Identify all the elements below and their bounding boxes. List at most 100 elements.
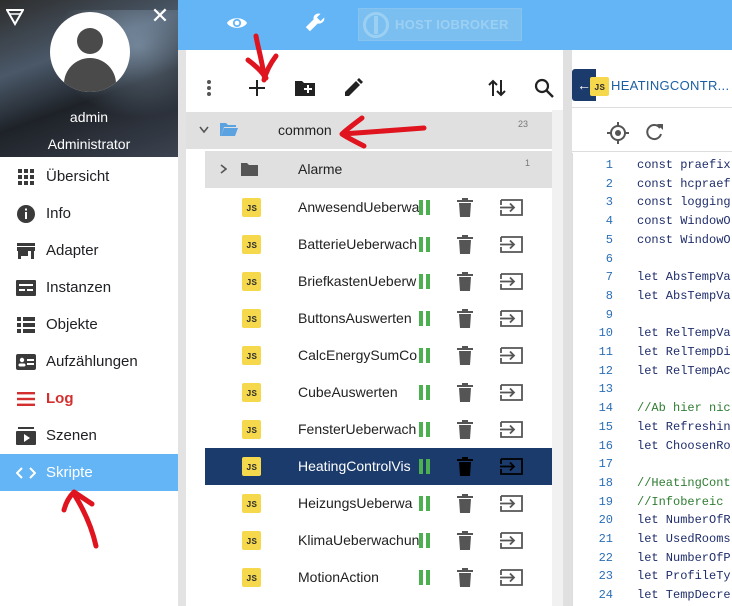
script-row[interactable]: JS KlimaUeberwachun — [205, 522, 552, 559]
iobroker-host-icon — [363, 11, 389, 38]
export-icon[interactable] — [500, 384, 523, 401]
trash-icon[interactable] — [457, 420, 473, 439]
running-status-icon[interactable] — [419, 200, 430, 215]
script-name: KlimaUeberwachun — [298, 532, 420, 548]
export-icon[interactable] — [500, 236, 523, 253]
log-icon — [16, 389, 36, 409]
trash-icon[interactable] — [457, 568, 473, 587]
instances-icon — [16, 278, 36, 298]
script-row[interactable]: JS ButtonsAuswerten — [205, 300, 552, 337]
running-status-icon[interactable] — [419, 237, 430, 252]
export-icon[interactable] — [500, 532, 523, 549]
script-row[interactable]: JS HeizungsUeberwa — [205, 485, 552, 522]
code-line: let NumberOfP — [637, 550, 731, 565]
export-icon[interactable] — [500, 347, 523, 364]
folder-row-alarme[interactable]: Alarme 1 — [205, 151, 552, 188]
close-icon[interactable]: ✕ — [150, 5, 170, 27]
running-status-icon[interactable] — [419, 459, 430, 474]
js-file-icon: JS — [242, 494, 261, 513]
line-number: 10 — [598, 326, 613, 341]
js-file-icon: JS — [242, 568, 261, 587]
code-icon — [16, 463, 36, 483]
script-name: MotionAction — [298, 569, 379, 585]
trash-icon[interactable] — [457, 383, 473, 402]
list-scrollbar[interactable] — [552, 110, 563, 606]
folder-row-common[interactable]: common 23 — [186, 112, 552, 149]
code-line: const WindowO — [637, 232, 731, 247]
editor-tab-title[interactable]: HEATINGCONTR... — [611, 78, 729, 93]
nav-item-adapter[interactable]: Adapter — [0, 232, 178, 269]
nav-menu: Übersicht Info Adapter Instanzen Objekte — [0, 158, 178, 491]
script-row[interactable]: JS CalcEnergySumCo — [205, 337, 552, 374]
script-row[interactable]: JS FensterUeberwach — [205, 411, 552, 448]
script-row[interactable]: JS HeatingControlVis — [205, 448, 552, 485]
add-script-icon[interactable] — [245, 76, 269, 100]
line-number: 14 — [598, 401, 613, 416]
script-row[interactable]: JS BatterieUeberwach — [205, 226, 552, 263]
search-icon[interactable] — [532, 76, 556, 100]
code-line: let RelTempAc — [637, 363, 731, 378]
running-status-icon[interactable] — [419, 348, 430, 363]
sidebar-header: ✕ admin Administrator — [0, 0, 178, 157]
add-folder-icon[interactable] — [293, 76, 317, 100]
line-number: 19 — [598, 494, 613, 509]
running-status-icon[interactable] — [419, 422, 430, 437]
nav-item-uebersicht[interactable]: Übersicht — [0, 158, 178, 195]
nav-item-info[interactable]: Info — [0, 195, 178, 232]
trash-icon[interactable] — [457, 346, 473, 365]
sidebar: ✕ admin Administrator Übersicht Info Ada… — [0, 0, 178, 606]
nav-label: Objekte — [46, 316, 98, 333]
nav-item-log[interactable]: Log — [0, 380, 178, 417]
chevron-right-icon[interactable] — [220, 164, 227, 174]
script-row[interactable]: JS CubeAuswerten — [205, 374, 552, 411]
host-selector-button[interactable]: HOST IOBROKER — [358, 8, 522, 41]
folder-label: Alarme — [298, 161, 343, 177]
iobroker-logo-icon[interactable] — [6, 8, 24, 26]
edit-pencil-icon[interactable] — [341, 76, 365, 100]
sort-icon[interactable] — [485, 76, 509, 100]
line-number: 13 — [598, 382, 613, 397]
trash-icon[interactable] — [457, 272, 473, 291]
export-icon[interactable] — [500, 458, 523, 475]
trash-icon[interactable] — [457, 309, 473, 328]
eye-icon[interactable] — [226, 12, 248, 34]
nav-item-skripte[interactable]: Skripte — [0, 454, 178, 491]
running-status-icon[interactable] — [419, 533, 430, 548]
running-status-icon[interactable] — [419, 496, 430, 511]
running-status-icon[interactable] — [419, 570, 430, 585]
code-area[interactable]: 1 const praefix 2 const hcpraef 3 const loggi… — [572, 153, 732, 606]
running-status-icon[interactable] — [419, 311, 430, 326]
export-icon[interactable] — [500, 310, 523, 327]
trash-icon[interactable] — [457, 494, 473, 513]
trash-icon[interactable] — [457, 235, 473, 254]
js-file-icon: JS — [242, 272, 261, 291]
locate-target-icon[interactable] — [607, 122, 629, 144]
export-icon[interactable] — [500, 273, 523, 290]
export-icon[interactable] — [500, 421, 523, 438]
refresh-icon[interactable] — [644, 122, 664, 142]
export-icon[interactable] — [500, 199, 523, 216]
running-status-icon[interactable] — [419, 274, 430, 289]
avatar[interactable] — [50, 12, 130, 92]
export-icon[interactable] — [500, 569, 523, 586]
export-icon[interactable] — [500, 495, 523, 512]
nav-item-objekte[interactable]: Objekte — [0, 306, 178, 343]
script-row[interactable]: JS AnwesendUeberwa — [205, 189, 552, 226]
more-vert-icon[interactable] — [197, 76, 221, 100]
user-role: Administrator — [47, 136, 131, 152]
line-number: 6 — [605, 251, 613, 266]
nav-item-szenen[interactable]: Szenen — [0, 417, 178, 454]
trash-icon[interactable] — [457, 457, 473, 476]
editor-divider[interactable] — [563, 50, 572, 606]
wrench-icon[interactable] — [304, 12, 326, 34]
nav-item-instanzen[interactable]: Instanzen — [0, 269, 178, 306]
chevron-down-icon[interactable] — [199, 126, 209, 134]
trash-icon[interactable] — [457, 198, 473, 217]
script-row[interactable]: JS BriefkastenUeberw — [205, 263, 552, 300]
nav-item-aufzaehlungen[interactable]: Aufzählungen — [0, 343, 178, 380]
running-status-icon[interactable] — [419, 385, 430, 400]
trash-icon[interactable] — [457, 531, 473, 550]
code-line: let RelTempDi — [637, 345, 731, 359]
script-row[interactable]: JS MotionAction — [205, 559, 552, 596]
code-line: let NumberOfR — [637, 513, 731, 528]
